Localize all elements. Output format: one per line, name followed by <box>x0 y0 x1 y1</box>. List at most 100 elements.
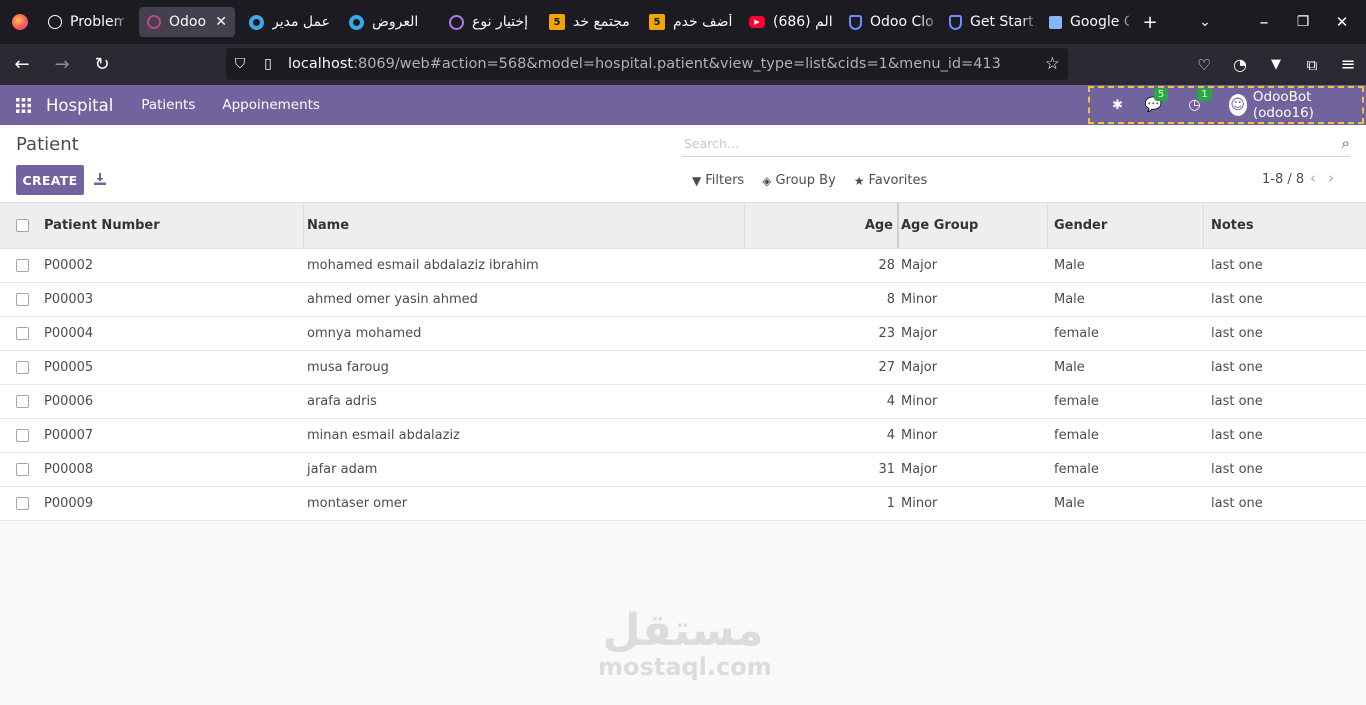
pocket-icon[interactable]: ♡ <box>1186 49 1222 81</box>
row-checkbox[interactable] <box>0 487 44 520</box>
list-all-tabs-icon[interactable]: ⌄ <box>1170 0 1240 44</box>
user-menu[interactable]: ☺ OdooBot (odoo16) <box>1228 89 1356 121</box>
activities-menu[interactable]: ◷ 1 <box>1188 88 1212 113</box>
page-info-icon[interactable]: ▯ <box>254 56 282 72</box>
cell-age: 1 <box>886 496 895 511</box>
puzzle-icon[interactable]: ⧉ <box>1294 49 1330 81</box>
menu-item-appoinements[interactable]: Appoinements <box>222 97 320 113</box>
column-age-group[interactable]: Age Group <box>899 203 1048 248</box>
row-checkbox[interactable] <box>0 419 44 452</box>
tab-3[interactable]: عمل مدير <box>241 7 341 37</box>
shield-icon <box>849 14 862 30</box>
cell-patient-number: P00005 <box>44 360 94 375</box>
table-row[interactable]: P00007 minan esmail abdalaziz 4 Minor female… <box>0 419 1366 453</box>
pager-next-icon[interactable]: › <box>1328 169 1334 187</box>
tab-4[interactable]: العروض <box>341 7 441 37</box>
tab-5[interactable]: إختيار نوع <box>441 7 541 37</box>
apps-menu-icon[interactable] <box>0 85 46 125</box>
table-row[interactable]: P00009 montaser omer 1 Minor Male last one <box>0 487 1366 521</box>
cell-patient-number: P00002 <box>44 258 94 273</box>
favorites-button[interactable]: ★ Favorites <box>854 173 928 188</box>
cell-patient-number: P00008 <box>44 462 94 477</box>
cell-age: 8 <box>886 292 895 307</box>
breadcrumb: Patient <box>16 134 79 155</box>
tab-6[interactable]: 5 مجتمع خد <box>541 7 641 37</box>
url-bar[interactable]: ⛉ ▯ localhost:8069/web#action=568&model=… <box>226 48 1068 80</box>
tab-label: عمل مدير <box>272 14 330 30</box>
tab-7[interactable]: 5 أضف خدم <box>641 7 741 37</box>
messages-menu[interactable]: 💬 5 <box>1145 88 1169 113</box>
odoo-navbar: Hospital Patients Appoinements ✱ 💬 5 ◷ 1… <box>0 85 1366 125</box>
globe-icon <box>48 15 62 29</box>
firefox-menu-icon[interactable] <box>0 0 40 44</box>
cell-name: omnya mohamed <box>307 326 422 341</box>
search-input[interactable]: Search... ⌕ <box>682 132 1350 157</box>
tab-9[interactable]: Odoo Clo <box>841 7 941 37</box>
table-row[interactable]: P00003 ahmed omer yasin ahmed 8 Minor Male la… <box>0 283 1366 317</box>
new-tab-icon[interactable]: + <box>1130 0 1170 44</box>
table-row[interactable]: P00008 jafar adam 31 Major female last one <box>0 453 1366 487</box>
restore-icon[interactable]: ❐ <box>1288 0 1318 44</box>
tab-label: Odoo <box>169 14 207 30</box>
layers-icon: ◈ <box>762 173 772 188</box>
column-age[interactable]: Age <box>745 203 899 248</box>
shield-icon[interactable]: ⛉ <box>226 56 254 72</box>
menu-item-patients[interactable]: Patients <box>141 97 195 113</box>
pager-previous-icon[interactable]: ‹ <box>1310 169 1316 187</box>
close-tab-icon[interactable]: ✕ <box>215 14 227 30</box>
close-window-icon[interactable]: ✕ <box>1318 0 1366 44</box>
row-checkbox[interactable] <box>0 317 44 350</box>
column-name[interactable]: Name <box>304 203 745 248</box>
cell-gender: Male <box>1054 292 1085 307</box>
bookmark-star-icon[interactable]: ☆ <box>1045 54 1060 74</box>
groupby-button[interactable]: ◈ Group By <box>762 173 836 188</box>
tab-10[interactable]: Get Start <box>941 7 1041 37</box>
cell-age-group: Major <box>901 360 938 375</box>
select-all-checkbox[interactable] <box>0 203 44 248</box>
debug-bug-icon[interactable]: ✱ <box>1112 98 1123 113</box>
search-icon[interactable]: ⌕ <box>1342 134 1350 152</box>
row-checkbox[interactable] <box>0 351 44 384</box>
row-checkbox[interactable] <box>0 283 44 316</box>
tab-11[interactable]: Google C <box>1041 7 1137 37</box>
row-checkbox[interactable] <box>0 249 44 282</box>
app-brand[interactable]: Hospital <box>46 96 113 115</box>
filter-icon: ▼ <box>692 173 702 188</box>
tab-problem[interactable]: Problem <box>40 7 132 37</box>
reload-icon[interactable]: ↻ <box>84 49 120 81</box>
tab-odoo[interactable]: Odoo ✕ <box>139 7 235 37</box>
cell-patient-number: P00006 <box>44 394 94 409</box>
row-checkbox[interactable] <box>0 385 44 418</box>
cell-name: musa faroug <box>307 360 389 375</box>
column-gender[interactable]: Gender <box>1048 203 1204 248</box>
pager-value[interactable]: 1-8 / 8 <box>1262 172 1304 187</box>
cell-gender: female <box>1054 326 1099 341</box>
filters-button[interactable]: ▼ Filters <box>692 173 744 188</box>
search-options: ▼ Filters ◈ Group By ★ Favorites <box>692 173 945 188</box>
table-row[interactable]: P00004 omnya mohamed 23 Major female last one <box>0 317 1366 351</box>
watermark-arabic: مستقل <box>602 605 764 656</box>
cell-age-group: Minor <box>901 292 938 307</box>
table-row[interactable]: P00005 musa faroug 27 Major Male last one <box>0 351 1366 385</box>
watermark-logo: مستقل mostaql.com <box>598 605 772 681</box>
column-notes[interactable]: Notes <box>1204 203 1366 248</box>
watermark-latin: mostaql.com <box>598 653 772 681</box>
table-row[interactable]: P00002 mohamed esmail abdalaziz ibrahim 28… <box>0 249 1366 283</box>
row-checkbox[interactable] <box>0 453 44 486</box>
column-patient-number[interactable]: Patient Number <box>44 203 304 248</box>
table-row[interactable]: P00006 arafa adris 4 Minor female last one <box>0 385 1366 419</box>
tab-8[interactable]: ▶ (686) الم <box>741 7 841 37</box>
circle-icon <box>349 14 364 30</box>
create-button[interactable]: CREATE <box>16 165 84 195</box>
back-icon[interactable]: ← <box>4 49 40 81</box>
download-icon[interactable] <box>92 171 108 187</box>
forward-icon[interactable]: → <box>44 49 80 81</box>
cell-age-group: Major <box>901 326 938 341</box>
extension-clock-icon[interactable]: ◔ <box>1222 49 1258 81</box>
tab-label: (686) الم <box>773 14 833 30</box>
minimize-icon[interactable]: – <box>1240 0 1288 44</box>
cell-notes: last one <box>1211 258 1263 273</box>
extension-icon[interactable]: ▼ <box>1258 49 1294 81</box>
hamburger-menu-icon[interactable]: ≡ <box>1330 49 1366 81</box>
search-placeholder: Search... <box>684 136 739 151</box>
